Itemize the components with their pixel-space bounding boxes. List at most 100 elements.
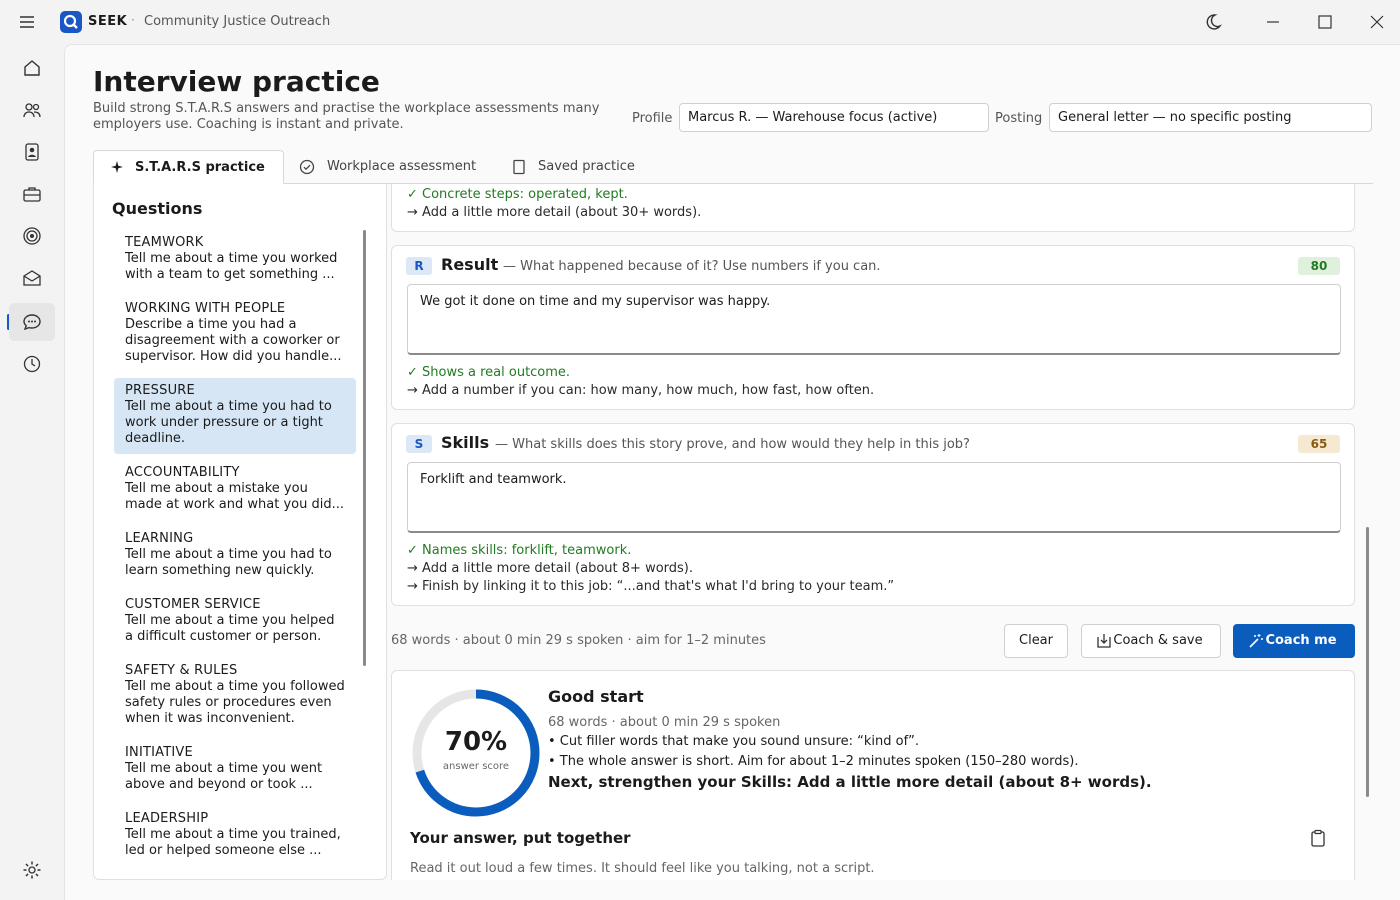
page-title: Interview practice bbox=[93, 65, 380, 98]
coaching-headline: Good start bbox=[548, 687, 644, 706]
title-separator: · bbox=[131, 13, 135, 27]
content-scrollbar[interactable] bbox=[1366, 527, 1369, 797]
section-score: 80 bbox=[1298, 257, 1340, 275]
posting-label: Posting bbox=[995, 111, 1043, 126]
nav-rail bbox=[0, 44, 64, 900]
nav-history[interactable] bbox=[9, 345, 55, 383]
nav-goals[interactable] bbox=[9, 217, 55, 255]
question-category: LEADERSHIP bbox=[125, 811, 209, 826]
question-category: PRESSURE bbox=[125, 383, 195, 398]
coaching-meta: 68 words · about 0 min 29 s spoken bbox=[548, 715, 781, 730]
coach-save-label: Coach & save bbox=[1113, 633, 1203, 648]
tab-saved-practice[interactable]: Saved practice bbox=[511, 150, 661, 184]
seek-logo-icon bbox=[60, 11, 82, 33]
chat-icon bbox=[23, 314, 41, 331]
target-icon bbox=[23, 227, 41, 245]
clipboard-copy-icon[interactable] bbox=[1309, 829, 1327, 847]
question-text: Tell me about a mistake you made at work… bbox=[125, 481, 344, 512]
answer-editor: ✓ Concrete steps: operated, kept. → Add … bbox=[391, 184, 1355, 880]
nav-interview[interactable] bbox=[9, 303, 55, 341]
question-item[interactable]: CUSTOMER SERVICE Tell me about a time yo… bbox=[114, 592, 356, 652]
question-item[interactable]: INITIATIVE Tell me about a time you went… bbox=[114, 740, 356, 800]
question-category: SAFETY & RULES bbox=[125, 663, 238, 678]
home-icon bbox=[24, 60, 40, 76]
skills-answer-input[interactable]: Forklift and teamwork. bbox=[407, 462, 1341, 533]
question-category: INITIATIVE bbox=[125, 745, 193, 760]
question-item-selected[interactable]: PRESSURE Tell me about a time you had to… bbox=[114, 378, 356, 454]
feedback-tip: → Add a number if you can: how many, how… bbox=[407, 383, 875, 398]
main-area: Interview practice Build strong S.T.A.R.… bbox=[64, 44, 1400, 900]
question-text: Tell me about a time you had to work und… bbox=[125, 399, 332, 446]
feedback-tip: → Add a little more detail (about 8+ wor… bbox=[407, 561, 693, 576]
id-card-icon bbox=[25, 143, 39, 161]
coaching-next-step: Next, strengthen your Skills: Add a litt… bbox=[548, 773, 1152, 791]
feedback-good: ✓ Concrete steps: operated, kept. bbox=[407, 187, 628, 202]
nav-profile[interactable] bbox=[9, 133, 55, 171]
close-icon[interactable] bbox=[1367, 12, 1387, 32]
nav-inbox[interactable] bbox=[9, 259, 55, 297]
posting-select[interactable]: General letter — no specific posting bbox=[1049, 103, 1372, 132]
history-icon bbox=[23, 355, 41, 373]
people-icon bbox=[23, 103, 41, 118]
coaching-bullet: • The whole answer is short. Aim for abo… bbox=[548, 754, 1079, 769]
section-badge: S bbox=[406, 435, 432, 453]
together-title: Your answer, put together bbox=[410, 829, 631, 847]
app-brand: SEEK bbox=[88, 14, 128, 29]
question-text: Tell me about a time you went above and … bbox=[125, 761, 323, 792]
section-score: 65 bbox=[1298, 435, 1340, 453]
hamburger-menu-icon[interactable] bbox=[18, 14, 36, 30]
answer-stats: 68 words · about 0 min 29 s spoken · aim… bbox=[391, 633, 766, 648]
sparkle-icon bbox=[111, 161, 123, 173]
section-title: Result bbox=[441, 255, 499, 274]
section-title: Skills bbox=[441, 433, 490, 452]
nav-people[interactable] bbox=[9, 91, 55, 129]
inbox-icon bbox=[23, 270, 41, 286]
profile-label: Profile bbox=[632, 111, 673, 126]
questions-panel: Questions TEAMWORK Tell me about a time … bbox=[93, 184, 387, 880]
feedback-good: ✓ Shows a real outcome. bbox=[407, 365, 571, 380]
question-item[interactable]: TEAMWORK Tell me about a time you worked… bbox=[114, 230, 356, 290]
tab-stars-practice[interactable]: S.T.A.R.S practice bbox=[93, 150, 284, 184]
question-category: CUSTOMER SERVICE bbox=[125, 597, 261, 612]
question-text: Tell me about a time you trained, led or… bbox=[125, 827, 341, 858]
question-item[interactable]: LEADERSHIP Tell me about a time you trai… bbox=[114, 806, 356, 866]
dark-mode-moon-icon[interactable] bbox=[1203, 12, 1223, 32]
maximize-icon[interactable] bbox=[1315, 12, 1335, 32]
skills-section-card: S Skills — What skills does this story p… bbox=[391, 423, 1355, 606]
question-category: TEAMWORK bbox=[125, 235, 204, 250]
nav-home[interactable] bbox=[9, 49, 55, 87]
question-item[interactable]: LEARNING Tell me about a time you had to… bbox=[114, 526, 356, 586]
tab-label: S.T.A.R.S practice bbox=[135, 160, 265, 175]
briefcase-icon bbox=[23, 187, 41, 202]
questions-list: TEAMWORK Tell me about a time you worked… bbox=[114, 230, 356, 880]
coach-save-button[interactable]: Coach & save bbox=[1081, 624, 1221, 658]
nav-settings[interactable] bbox=[9, 851, 55, 889]
minimize-icon[interactable] bbox=[1263, 12, 1283, 32]
document-icon bbox=[513, 159, 525, 175]
tab-workplace-assessment[interactable]: Workplace assessment bbox=[299, 150, 489, 184]
clear-button[interactable]: Clear bbox=[1004, 624, 1068, 658]
coach-me-button[interactable]: Coach me bbox=[1233, 624, 1355, 658]
check-circle-icon bbox=[299, 159, 315, 175]
gear-icon bbox=[23, 861, 41, 879]
questions-heading: Questions bbox=[112, 199, 203, 218]
result-answer-input[interactable]: We got it done on time and my supervisor… bbox=[407, 284, 1341, 355]
question-category: ACCOUNTABILITY bbox=[125, 465, 240, 480]
coaching-bullet: • Cut filler words that make you sound u… bbox=[548, 734, 920, 749]
question-item[interactable]: SAFETY & RULES Tell me about a time you … bbox=[114, 658, 356, 734]
previous-section-card: ✓ Concrete steps: operated, kept. → Add … bbox=[391, 184, 1355, 232]
profile-select[interactable]: Marcus R. — Warehouse focus (active) bbox=[679, 103, 989, 132]
feedback-good: ✓ Names skills: forklift, teamwork. bbox=[407, 543, 632, 558]
question-text: Tell me about a time you had to learn so… bbox=[125, 547, 332, 578]
question-item[interactable]: ACCOUNTABILITY Tell me about a mistake y… bbox=[114, 460, 356, 520]
questions-scrollbar[interactable] bbox=[363, 230, 366, 666]
org-name: Community Justice Outreach bbox=[144, 14, 331, 29]
together-subtitle: Read it out loud a few times. It should … bbox=[410, 861, 875, 876]
score-label: answer score bbox=[442, 761, 510, 772]
question-item[interactable]: WORKING WITH PEOPLE Describe a time you … bbox=[114, 296, 356, 372]
coaching-result-card: 70% answer score Good start 68 words · a… bbox=[391, 670, 1355, 880]
page-subtitle: Build strong S.T.A.R.S answers and pract… bbox=[93, 101, 600, 132]
nav-jobs[interactable] bbox=[9, 175, 55, 213]
result-section-card: R Result — What happened because of it? … bbox=[391, 245, 1355, 410]
section-badge: R bbox=[406, 257, 432, 275]
